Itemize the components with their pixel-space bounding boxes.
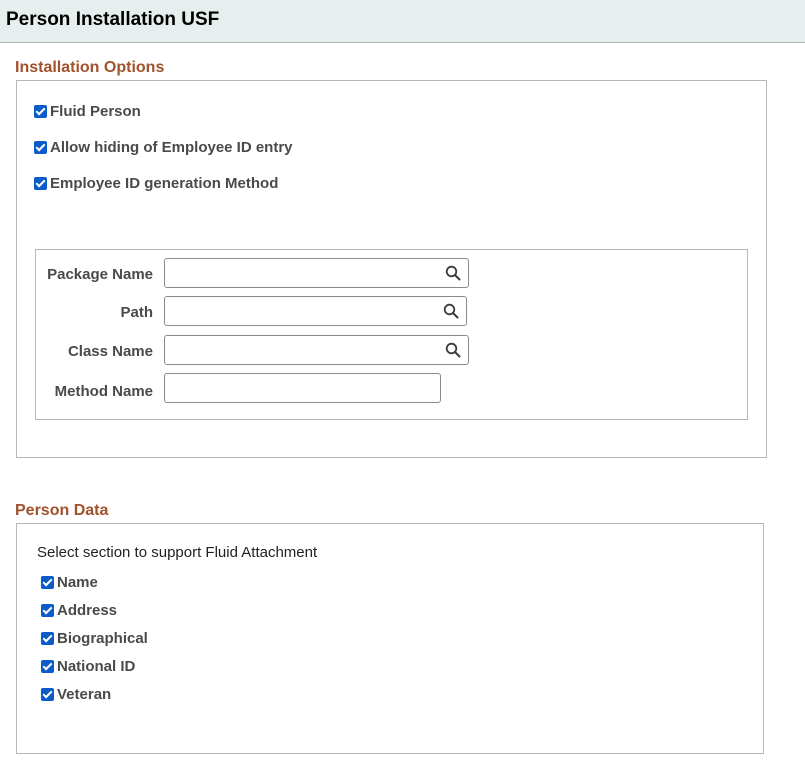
employee-id-generation-label: Employee ID generation Method [50, 175, 279, 192]
name-checkbox-row[interactable]: Name [41, 574, 98, 591]
national-id-checkbox-row[interactable]: National ID [41, 658, 135, 675]
biographical-checkbox-row[interactable]: Biographical [41, 630, 148, 647]
address-checkbox-row[interactable]: Address [41, 602, 117, 619]
fluid-person-label: Fluid Person [50, 103, 141, 120]
class-name-label: Class Name [67, 343, 153, 360]
method-name-label: Method Name [54, 383, 153, 400]
name-label: Name [57, 574, 98, 591]
search-icon[interactable] [445, 342, 461, 358]
search-icon[interactable] [443, 303, 459, 319]
veteran-label: Veteran [57, 686, 112, 703]
path-input[interactable] [164, 296, 467, 326]
class-name-input[interactable] [164, 335, 469, 365]
national-id-checkbox[interactable] [41, 660, 54, 673]
page-title: Person Installation USF [6, 9, 220, 30]
veteran-checkbox-row[interactable]: Veteran [41, 686, 111, 703]
national-id-label: National ID [57, 658, 136, 675]
address-label: Address [57, 602, 118, 619]
fluid-person-checkbox[interactable] [34, 105, 47, 118]
address-checkbox[interactable] [41, 604, 54, 617]
page-header: Person Installation USF [0, 0, 805, 43]
biographical-label: Biographical [57, 630, 148, 647]
employee-id-generation-checkbox-row[interactable]: Employee ID generation Method [34, 175, 278, 192]
person-data-title: Person Data [15, 502, 109, 519]
biographical-checkbox[interactable] [41, 632, 54, 645]
method-name-input[interactable] [164, 373, 441, 403]
allow-hiding-employee-id-checkbox[interactable] [34, 141, 47, 154]
name-checkbox[interactable] [41, 576, 54, 589]
package-name-input[interactable] [164, 258, 469, 288]
installation-options-title: Installation Options [15, 59, 165, 76]
package-name-label: Package Name [47, 266, 153, 283]
veteran-checkbox[interactable] [41, 688, 54, 701]
path-label: Path [120, 304, 153, 321]
search-icon[interactable] [445, 265, 461, 281]
employee-id-generation-checkbox[interactable] [34, 177, 47, 190]
allow-hiding-employee-id-label: Allow hiding of Employee ID entry [50, 139, 293, 156]
allow-hiding-employee-id-checkbox-row[interactable]: Allow hiding of Employee ID entry [34, 139, 293, 156]
fluid-person-checkbox-row[interactable]: Fluid Person [34, 103, 141, 120]
fluid-attachment-instruction: Select section to support Fluid Attachme… [37, 544, 318, 561]
